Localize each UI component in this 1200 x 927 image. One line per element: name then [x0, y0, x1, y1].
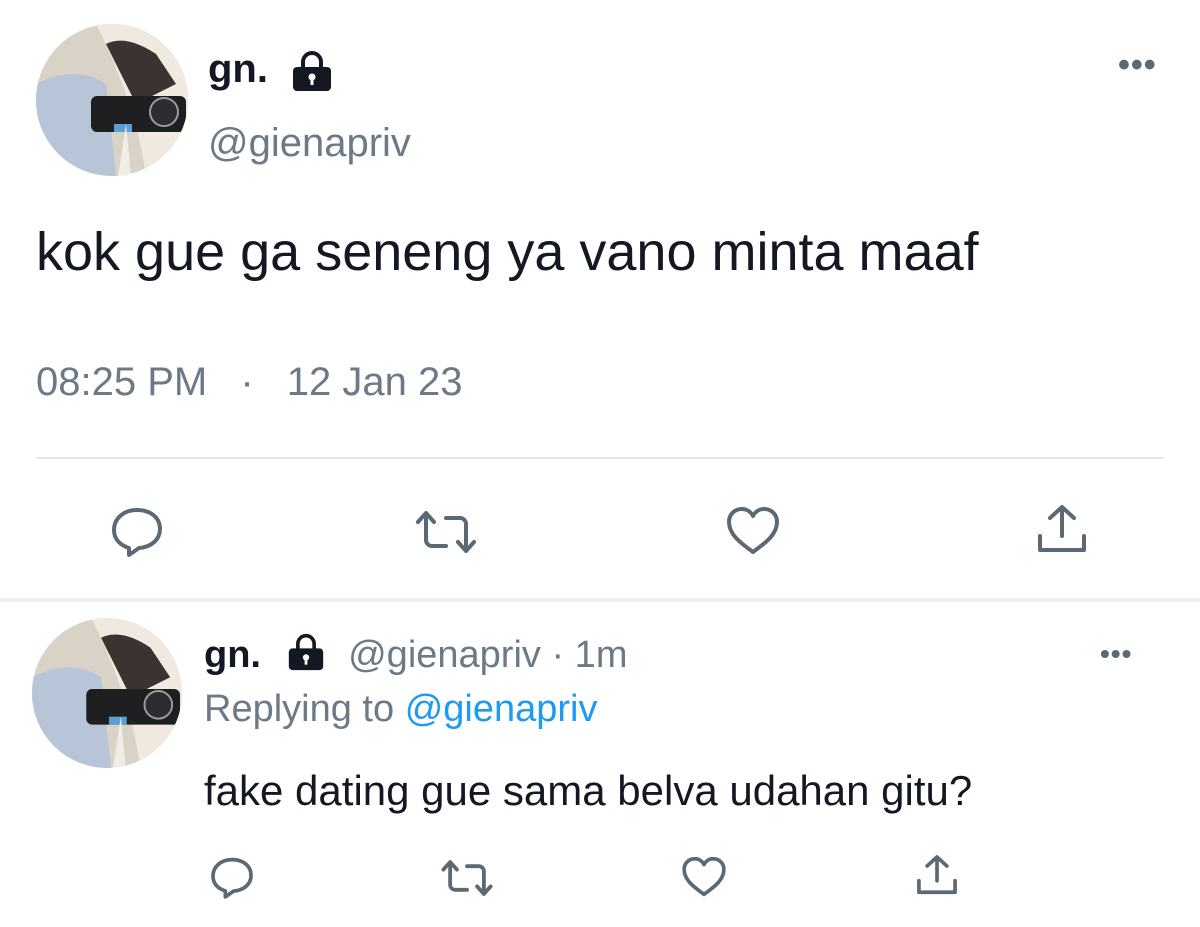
reply-icon[interactable]: [208, 855, 256, 899]
lock-icon: [284, 633, 328, 671]
replying-handle-link[interactable]: @gienapriv: [405, 688, 598, 730]
share-icon[interactable]: [914, 852, 960, 898]
retweet-icon[interactable]: [440, 857, 494, 899]
display-name[interactable]: gn.: [208, 44, 268, 94]
retweet-icon[interactable]: [414, 508, 478, 556]
reply-age: · 1m: [551, 634, 628, 676]
like-icon[interactable]: [680, 855, 728, 899]
tweet-separator: [0, 598, 1200, 602]
divider: [36, 457, 1164, 459]
more-icon[interactable]: •••: [1118, 48, 1157, 82]
handle[interactable]: @gienapriv: [208, 118, 411, 168]
replying-to: Replying to @gienapriv: [204, 684, 597, 734]
dot-separator: ·: [240, 360, 254, 404]
more-icon[interactable]: •••: [1100, 640, 1132, 668]
tweet-date: 12 Jan 23: [286, 360, 463, 404]
share-icon[interactable]: [1034, 502, 1090, 556]
avatar[interactable]: [36, 24, 188, 176]
tweet-time: 08:25 PM: [36, 360, 208, 404]
tweet-text: kok gue ga seneng ya vano minta maaf: [36, 222, 979, 282]
like-icon[interactable]: [724, 505, 782, 557]
avatar-image: [32, 618, 182, 768]
timestamp-row: 08:25 PM · 12 Jan 23: [36, 356, 463, 408]
reply-avatar[interactable]: [32, 618, 182, 768]
reply-handle[interactable]: @gienapriv: [348, 634, 541, 676]
reply-display-name[interactable]: gn.: [204, 634, 261, 676]
replying-prefix: Replying to: [204, 688, 395, 730]
reply-text: fake dating gue sama belva udahan gitu?: [204, 767, 973, 814]
reply-icon[interactable]: [108, 505, 166, 557]
reply-header: gn. @gienapriv · 1m: [204, 630, 627, 680]
avatar-image: [36, 24, 188, 176]
lock-icon: [289, 50, 335, 92]
